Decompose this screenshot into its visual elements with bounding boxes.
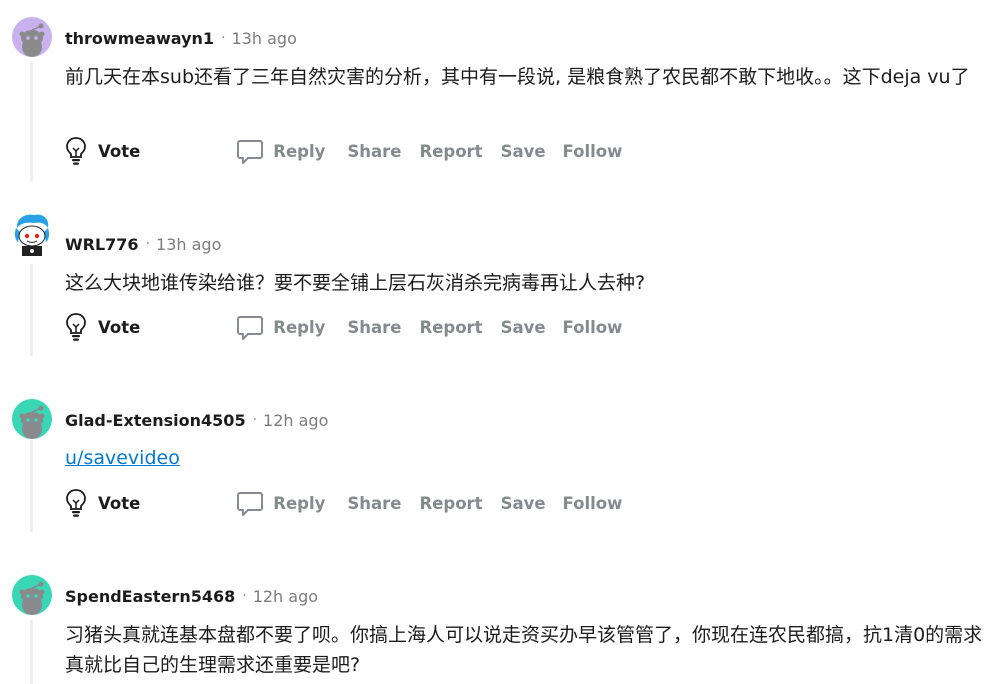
username[interactable]: SpendEastern5468: [65, 587, 235, 606]
thread-line[interactable]: [30, 620, 33, 684]
separator-dot: ·: [242, 588, 247, 604]
comment-4: SpendEastern5468 · 12h ago 习猪头真就连基本盘都不要了…: [0, 0, 1000, 684]
avatar[interactable]: [12, 575, 52, 615]
snoo-avatar-icon: [12, 575, 52, 615]
comment-meta: SpendEastern5468 · 12h ago: [65, 585, 318, 607]
comment-body: 习猪头真就连基本盘都不要了呗。你搞上海人可以说走资买办早该管管了，你现在连农民都…: [65, 624, 983, 676]
timestamp[interactable]: 12h ago: [253, 587, 318, 606]
